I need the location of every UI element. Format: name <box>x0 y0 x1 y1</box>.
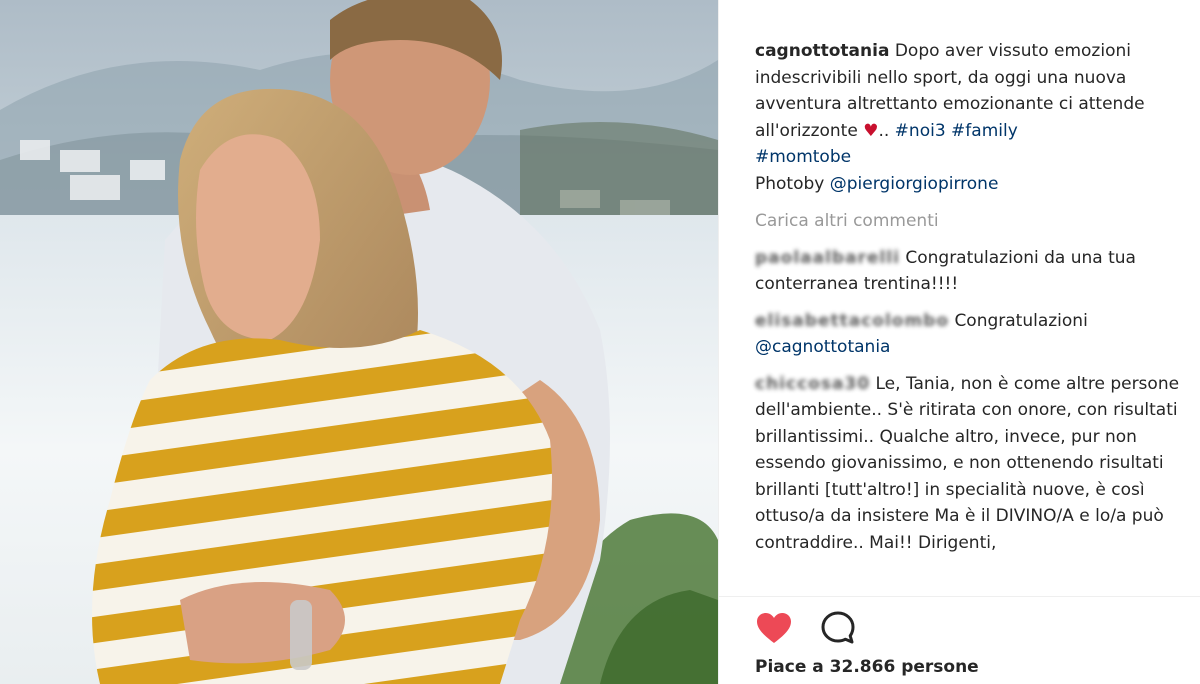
comment-text: Le, Tania, non è come altre persone dell… <box>755 373 1180 553</box>
hashtag-noi3[interactable]: #noi3 <box>895 121 946 141</box>
photo-credit-prefix: Photoby <box>755 173 825 194</box>
hashtag-family[interactable]: #family <box>951 121 1018 141</box>
comments-list: cagnottotania Dopo aver vissuto emozioni… <box>755 38 1185 556</box>
photo-credit-user[interactable]: @piergiorgiopirrone <box>830 174 999 194</box>
comment-author[interactable]: paolaalbarelli <box>755 245 900 272</box>
instagram-post: cagnottotania Dopo aver vissuto emozioni… <box>0 0 1200 684</box>
post-actions <box>755 609 857 647</box>
actions-divider <box>719 596 1200 597</box>
post-caption: cagnottotania Dopo aver vissuto emozioni… <box>755 38 1185 197</box>
heart-emoji-icon: ♥ <box>863 120 879 141</box>
comment-author[interactable]: elisabettacolombo <box>755 308 949 335</box>
caption-author[interactable]: cagnottotania <box>755 41 889 61</box>
heart-filled-icon[interactable] <box>755 609 793 647</box>
photo-illustration <box>0 0 718 684</box>
comment-item: chiccosa30 Le, Tania, non è come altre p… <box>755 371 1185 557</box>
load-more-comments-button[interactable]: Carica altri commenti <box>755 208 1185 235</box>
comment-text: Congratulazioni <box>954 310 1088 331</box>
comment-item: elisabettacolombo Congratulazioni @cagno… <box>755 308 1185 361</box>
comment-bubble-icon[interactable] <box>819 609 857 647</box>
comment-mention[interactable]: @cagnottotania <box>755 337 890 357</box>
hashtag-momtobe[interactable]: #momtobe <box>755 147 851 167</box>
post-side-panel: cagnottotania Dopo aver vissuto emozioni… <box>718 0 1200 684</box>
post-photo <box>0 0 718 684</box>
caption-sep: .. <box>878 120 890 141</box>
likes-count[interactable]: Piace a 32.866 persone <box>755 657 979 677</box>
comment-author[interactable]: chiccosa30 <box>755 371 870 398</box>
comment-item: paolaalbarelli Congratulazioni da una tu… <box>755 245 1185 298</box>
